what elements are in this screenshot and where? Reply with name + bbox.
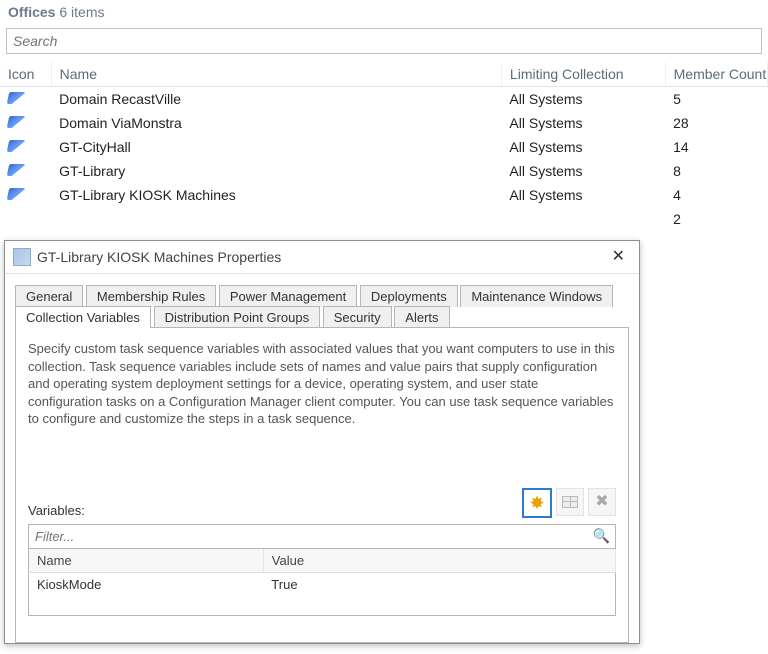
table-row[interactable]: Domain RecastVille All Systems 5	[0, 87, 768, 112]
search-icon: 🔍	[593, 528, 610, 545]
cell-name	[51, 207, 501, 231]
cell-name: GT-Library	[51, 159, 501, 183]
col-limiting[interactable]: Limiting Collection	[501, 62, 665, 87]
variables-header-row: Name Value	[29, 549, 616, 573]
starburst-icon: ✸	[529, 494, 544, 512]
table-row[interactable]: GT-CityHall All Systems 14	[0, 135, 768, 159]
cell-name: GT-Library KIOSK Machines	[51, 183, 501, 207]
search-row	[0, 24, 768, 62]
tab-membership-rules[interactable]: Membership Rules	[86, 285, 216, 307]
cell-limiting: All Systems	[501, 111, 665, 135]
variable-row-empty	[29, 596, 616, 616]
item-count: 6 items	[59, 4, 104, 20]
cell-count: 5	[665, 87, 767, 112]
cell-limiting: All Systems	[501, 135, 665, 159]
edit-variable-button[interactable]	[556, 488, 584, 516]
cell-limiting	[501, 207, 665, 231]
cell-count: 8	[665, 159, 767, 183]
collection-icon	[7, 188, 26, 200]
tab-alerts[interactable]: Alerts	[394, 306, 449, 328]
var-cell-value: True	[263, 572, 615, 596]
variable-row[interactable]: KioskMode True	[29, 572, 616, 596]
tabs-row-1: General Membership Rules Power Managemen…	[15, 285, 629, 307]
var-cell-name: KioskMode	[29, 572, 264, 596]
tab-security[interactable]: Security	[323, 306, 392, 328]
collection-icon	[7, 164, 26, 176]
collections-grid: Icon Name Limiting Collection Member Cou…	[0, 62, 768, 231]
var-col-name[interactable]: Name	[29, 549, 264, 573]
search-input[interactable]	[6, 28, 762, 54]
table-row[interactable]: 2	[0, 207, 768, 231]
collection-icon	[7, 92, 26, 104]
tab-collection-variables[interactable]: Collection Variables	[15, 306, 151, 328]
col-name[interactable]: Name	[51, 62, 501, 87]
dialog-title-icon	[13, 248, 31, 266]
collection-icon	[7, 116, 26, 128]
variables-filter-input[interactable]	[28, 524, 616, 549]
table-row[interactable]: Domain ViaMonstra All Systems 28	[0, 111, 768, 135]
collection-icon	[7, 140, 26, 152]
delete-icon: ✖	[595, 494, 608, 510]
var-col-value[interactable]: Value	[263, 549, 615, 573]
cell-count: 4	[665, 183, 767, 207]
variables-label: Variables:	[28, 503, 85, 518]
dialog-titlebar: GT-Library KIOSK Machines Properties ✕	[5, 241, 639, 274]
tab-power-management[interactable]: Power Management	[219, 285, 357, 307]
variables-toolbar: ✸ ✖	[522, 488, 616, 518]
title-text: Offices	[8, 4, 55, 20]
cell-limiting: All Systems	[501, 183, 665, 207]
cell-count: 14	[665, 135, 767, 159]
tab-maintenance-windows[interactable]: Maintenance Windows	[460, 285, 613, 307]
dialog-title: GT-Library KIOSK Machines Properties	[37, 249, 606, 265]
dialog-body: General Membership Rules Power Managemen…	[5, 274, 639, 643]
cell-count: 2	[665, 207, 767, 231]
tab-distribution-point-groups[interactable]: Distribution Point Groups	[154, 306, 321, 328]
variables-grid: Name Value KioskMode True	[28, 549, 616, 617]
cell-limiting: All Systems	[501, 159, 665, 183]
cell-name: Domain ViaMonstra	[51, 111, 501, 135]
table-row[interactable]: GT-Library All Systems 8	[0, 159, 768, 183]
col-icon[interactable]: Icon	[0, 62, 51, 87]
tab-general[interactable]: General	[15, 285, 83, 307]
table-row[interactable]: GT-Library KIOSK Machines All Systems 4	[0, 183, 768, 207]
tab-deployments[interactable]: Deployments	[360, 285, 458, 307]
close-icon[interactable]: ✕	[606, 247, 631, 267]
cell-name: Domain RecastVille	[51, 87, 501, 112]
filter-wrap: 🔍	[28, 524, 616, 549]
col-members[interactable]: Member Count	[665, 62, 767, 87]
properties-dialog: GT-Library KIOSK Machines Properties ✕ G…	[4, 240, 640, 644]
delete-variable-button[interactable]: ✖	[588, 488, 616, 516]
cell-limiting: All Systems	[501, 87, 665, 112]
content-title: Offices 6 items	[0, 0, 768, 24]
tab-panel-collection-variables: Specify custom task sequence variables w…	[15, 327, 629, 643]
grid-header-row: Icon Name Limiting Collection Member Cou…	[0, 62, 768, 87]
panel-description: Specify custom task sequence variables w…	[28, 340, 616, 428]
properties-icon	[562, 496, 578, 508]
cell-count: 28	[665, 111, 767, 135]
tabs-row-2: Collection Variables Distribution Point …	[15, 306, 629, 328]
cell-name: GT-CityHall	[51, 135, 501, 159]
new-variable-button[interactable]: ✸	[522, 488, 552, 518]
